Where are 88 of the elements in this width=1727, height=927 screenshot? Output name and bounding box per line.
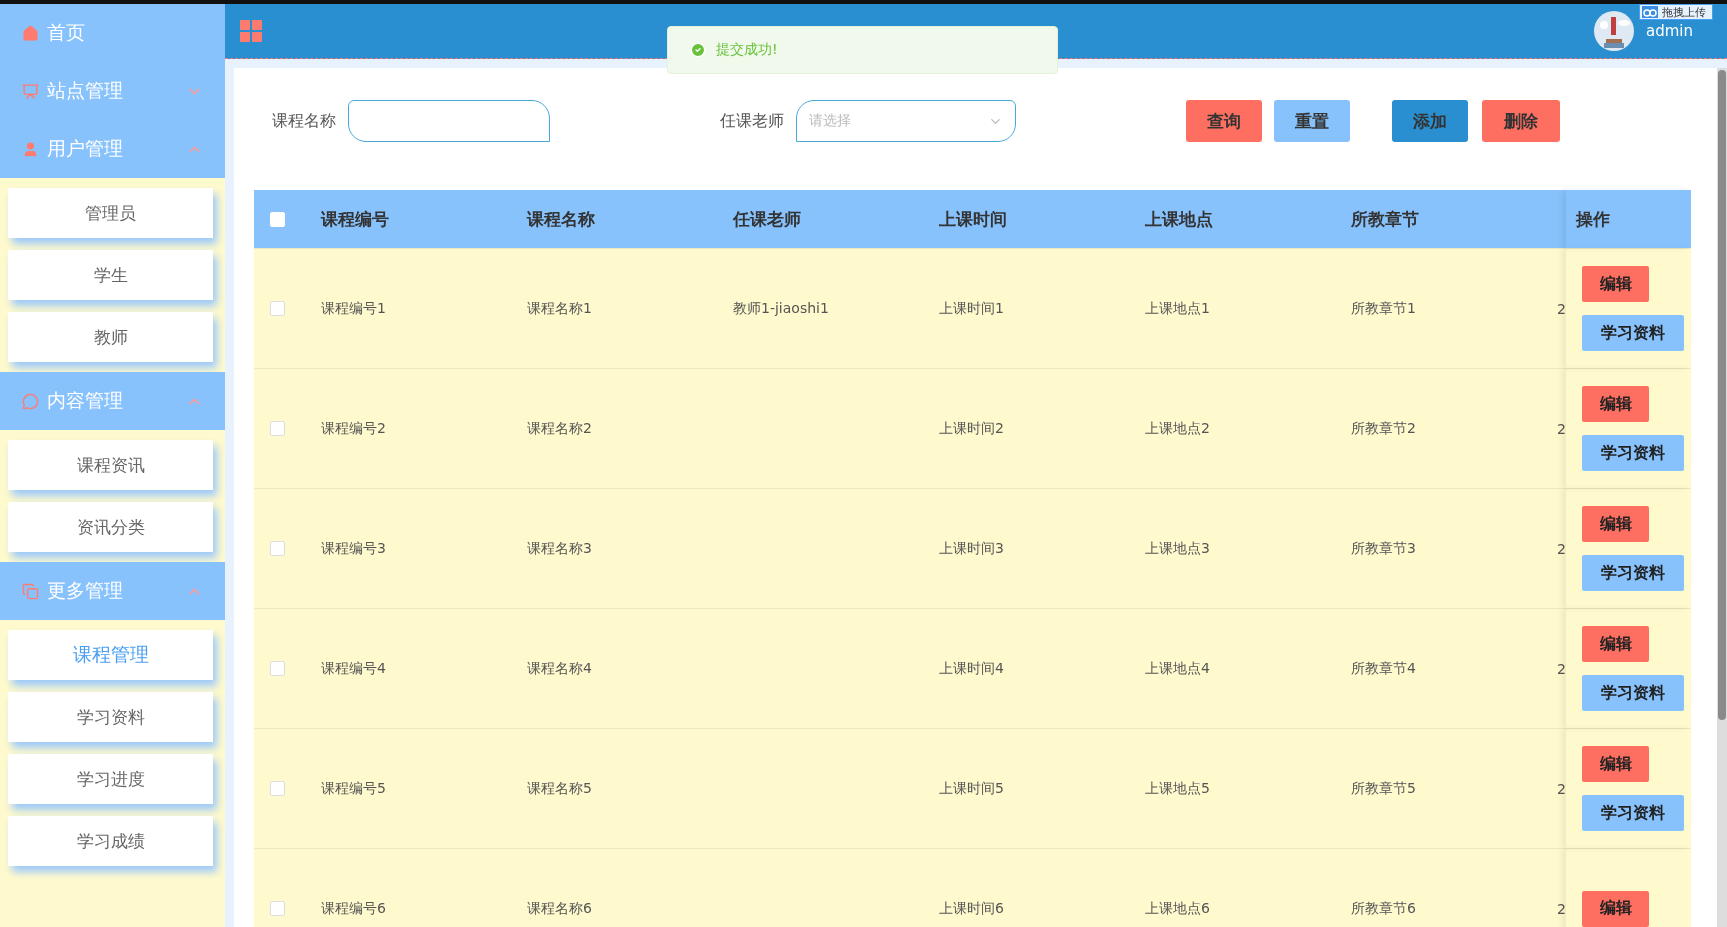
table-cell-text: 课程名称4: [526, 658, 593, 678]
table-cell-text: 上课时间2: [938, 418, 1005, 438]
checkbox[interactable]: [270, 541, 285, 556]
table-cell-text: 教师1-jiaoshi1: [732, 298, 830, 318]
edit-button[interactable]: 编辑: [1582, 506, 1649, 542]
materials-button[interactable]: 学习资料: [1582, 555, 1684, 591]
submenu-item[interactable]: 学习成绩: [8, 816, 213, 866]
checkbox[interactable]: [270, 661, 285, 676]
table-cell-text: 所教章节2: [1350, 418, 1417, 438]
edit-button[interactable]: 编辑: [1582, 626, 1649, 662]
table-cell-text: 课程名称3: [526, 538, 593, 558]
table-cell-text: 课程编号6: [320, 898, 387, 918]
submenu-item[interactable]: 学习进度: [8, 754, 213, 804]
table-cell-text: 2: [1556, 659, 1566, 679]
field-label: 任课老师: [720, 110, 784, 132]
table-cell-text: 上课地点5: [1144, 778, 1211, 798]
edit-button[interactable]: 编辑: [1582, 386, 1649, 422]
check-circle-icon: [690, 42, 706, 58]
table-cell-text: 上课时间5: [938, 778, 1005, 798]
submenu-item[interactable]: 管理员: [8, 188, 213, 238]
user-name[interactable]: admin: [1646, 22, 1693, 40]
table-cell-text: 所教章节4: [1350, 658, 1417, 678]
table-cell-text: 课程编号1: [320, 298, 387, 318]
table-cell-text: 课程编号5: [320, 778, 387, 798]
table-cell-text: 上课地点4: [1144, 658, 1211, 678]
chat-icon: [22, 392, 39, 410]
success-toast: 提交成功!: [667, 26, 1058, 74]
grid-icon[interactable]: [239, 19, 263, 43]
table-cell-text: 上课时间1: [938, 298, 1005, 318]
edit-button[interactable]: 编辑: [1582, 890, 1649, 927]
table-cell-text: 课程名称5: [526, 778, 593, 798]
cloud-icon: [1642, 6, 1658, 18]
edit-button[interactable]: 编辑: [1582, 746, 1649, 782]
table-cell-text: 2: [1556, 899, 1566, 919]
upload-badge[interactable]: 拖拽上传: [1639, 4, 1713, 20]
table-cell-text: 所教章节5: [1350, 778, 1417, 798]
column-header: 操作: [1566, 190, 1691, 248]
action-button[interactable]: 添加: [1392, 100, 1468, 142]
column-header: 所教章节: [1350, 207, 1420, 231]
checkbox[interactable]: [270, 301, 285, 316]
table-cell-text: 上课时间6: [938, 898, 1005, 918]
action-button[interactable]: 查询: [1186, 100, 1262, 142]
materials-button[interactable]: 学习资料: [1582, 435, 1684, 471]
home-icon: [22, 24, 39, 42]
table-cell-text: 课程编号3: [320, 538, 387, 558]
checkbox[interactable]: [270, 421, 285, 436]
submenu-item[interactable]: 课程资讯: [8, 440, 213, 490]
scrollbar[interactable]: [1717, 68, 1727, 927]
submenu-item[interactable]: 资讯分类: [8, 502, 213, 552]
materials-button[interactable]: 学习资料: [1582, 315, 1684, 351]
copy-icon: [22, 582, 39, 600]
user-icon: [22, 140, 39, 158]
table-cell-text: 课程名称2: [526, 418, 593, 438]
table-cell-text: 所教章节1: [1350, 298, 1417, 318]
checkbox[interactable]: [270, 901, 285, 916]
edit-button[interactable]: 编辑: [1582, 266, 1649, 302]
table-cell-text: 2: [1556, 419, 1566, 439]
table-cell-text: 2: [1556, 779, 1566, 799]
table-cell-text: 课程编号4: [320, 658, 387, 678]
materials-button[interactable]: 学习资料: [1582, 795, 1684, 831]
input-field[interactable]: [348, 100, 550, 142]
table-cell-text: 上课地点6: [1144, 898, 1211, 918]
easel-icon: [22, 82, 39, 100]
column-header: 课程名称: [525, 207, 596, 231]
column-header: 课程编号: [319, 207, 390, 231]
table-cell-text: 所教章节6: [1350, 898, 1417, 918]
table-cell-text: 上课时间3: [938, 538, 1005, 558]
checkbox[interactable]: [270, 781, 285, 796]
table-cell-text: 所教章节3: [1350, 538, 1417, 558]
table-cell-text: 2: [1556, 539, 1566, 559]
table-cell-text: 课程编号2: [320, 418, 387, 438]
table-cell-text: 课程名称1: [526, 298, 593, 318]
submenu-item[interactable]: 学生: [8, 250, 213, 300]
table-cell-text: 课程名称6: [526, 898, 593, 918]
field-label: 课程名称: [272, 110, 336, 132]
table-cell-text: 上课地点1: [1144, 298, 1211, 318]
submenu-item[interactable]: 学习资料: [8, 692, 213, 742]
materials-button[interactable]: 学习资料: [1582, 675, 1684, 711]
column-header: 任课老师: [731, 207, 802, 231]
table-cell-text: 上课时间4: [938, 658, 1005, 678]
table-cell-text: 2: [1556, 299, 1566, 319]
submenu-item[interactable]: 教师: [8, 312, 213, 362]
table-cell-text: 上课地点3: [1144, 538, 1211, 558]
action-button[interactable]: 重置: [1274, 100, 1350, 142]
action-button[interactable]: 删除: [1482, 100, 1560, 142]
column-header: 上课时间: [938, 207, 1008, 231]
table-cell-text: 上课地点2: [1144, 418, 1211, 438]
column-header: 上课地点: [1144, 207, 1214, 231]
